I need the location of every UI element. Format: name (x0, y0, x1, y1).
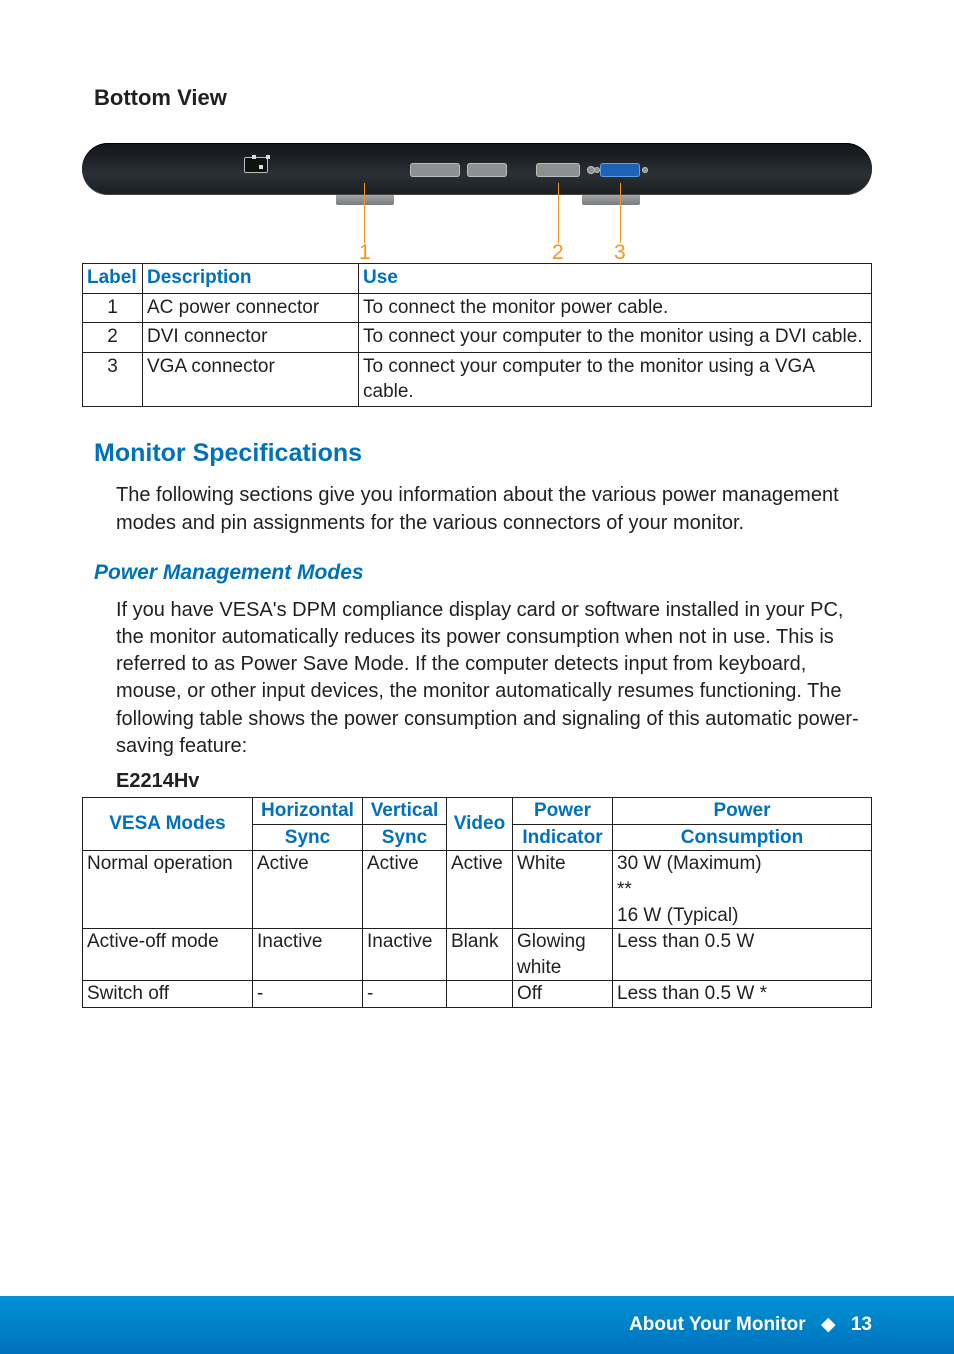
cell-power-consumption: Less than 0.5 W * (613, 981, 872, 1008)
vga-port-icon (600, 163, 640, 177)
cell-label: 2 (83, 323, 143, 353)
heading-monitor-spec: Monitor Specifications (94, 439, 872, 468)
cell-use: To connect your computer to the monitor … (359, 353, 872, 407)
cell-vesa: Switch off (83, 981, 253, 1008)
table-row: 1 AC power connector To connect the moni… (83, 293, 872, 323)
col-vsync: Sync (363, 824, 447, 851)
callout-line (364, 183, 365, 243)
paragraph-spec-intro: The following sections give you informat… (116, 482, 872, 536)
table-header-row: VESA Modes Horizontal Vertical Video Pow… (83, 797, 872, 824)
callout-number-3: 3 (614, 241, 626, 265)
callout-number-2: 2 (552, 241, 564, 265)
power-mgmt-table: VESA Modes Horizontal Vertical Video Pow… (82, 797, 872, 1008)
heading-pm-modes: Power Management Modes (94, 561, 872, 585)
col-hsync: Sync (253, 824, 363, 851)
cell-vsync: - (363, 981, 447, 1008)
cell-power-indicator: White (513, 851, 613, 929)
bottom-view-table: Label Description Use 1 AC power connect… (82, 263, 872, 407)
col-vsync: Vertical (363, 797, 447, 824)
paragraph-pm-intro: If you have VESA's DPM compliance displa… (116, 597, 872, 760)
cell-use: To connect the monitor power cable. (359, 293, 872, 323)
port-label-plate (467, 163, 507, 177)
cell-power-indicator: Glowing white (513, 929, 613, 981)
col-use: Use (359, 264, 872, 294)
cell-vesa: Active-off mode (83, 929, 253, 981)
cell-hsync: Active (253, 851, 363, 929)
page-number: 13 (851, 1314, 872, 1335)
cell-video (447, 981, 513, 1008)
table-row: 3 VGA connector To connect your computer… (83, 353, 872, 407)
heading-model: E2214Hv (116, 770, 872, 793)
cell-power-consumption: 30 W (Maximum) ** 16 W (Typical) (613, 851, 872, 929)
kensington-slot-icon (244, 157, 268, 173)
cell-label: 1 (83, 293, 143, 323)
page-footer: About Your Monitor ◆ 13 (0, 1296, 954, 1354)
cell-video: Active (447, 851, 513, 929)
col-power-consumption: Power (613, 797, 872, 824)
cell-power-consumption: Less than 0.5 W (613, 929, 872, 981)
col-video: Video (447, 797, 513, 850)
footer-section: About Your Monitor (629, 1314, 806, 1335)
screw-hole-icon (642, 167, 648, 173)
cell-vesa: Normal operation (83, 851, 253, 929)
diamond-icon: ◆ (821, 1314, 836, 1335)
bottom-view-diagram: 1 2 3 (82, 133, 872, 263)
cell-desc: AC power connector (143, 293, 359, 323)
mount-arm (336, 195, 394, 205)
callout-line (620, 183, 621, 243)
callout-line (558, 183, 559, 243)
heading-bottom-view: Bottom View (94, 85, 872, 111)
col-hsync: Horizontal (253, 797, 363, 824)
mount-arm (582, 195, 640, 205)
col-description: Description (143, 264, 359, 294)
callout-number-1: 1 (359, 241, 371, 265)
cell-desc: DVI connector (143, 323, 359, 353)
cell-vsync: Active (363, 851, 447, 929)
table-row: Active-off mode Inactive Inactive Blank … (83, 929, 872, 981)
cell-hsync: - (253, 981, 363, 1008)
col-power-consumption: Consumption (613, 824, 872, 851)
cell-vsync: Inactive (363, 929, 447, 981)
dvi-port-icon (536, 163, 580, 177)
cell-label: 3 (83, 353, 143, 407)
cell-use: To connect your computer to the monitor … (359, 323, 872, 353)
footer-text: About Your Monitor ◆ 13 (629, 1313, 872, 1336)
col-power-indicator: Power (513, 797, 613, 824)
table-header-row: Label Description Use (83, 264, 872, 294)
cell-hsync: Inactive (253, 929, 363, 981)
table-row: Normal operation Active Active Active Wh… (83, 851, 872, 929)
cell-video: Blank (447, 929, 513, 981)
table-row: Switch off - - Off Less than 0.5 W * (83, 981, 872, 1008)
table-row: 2 DVI connector To connect your computer… (83, 323, 872, 353)
col-vesa-modes: VESA Modes (83, 797, 253, 850)
col-power-indicator: Indicator (513, 824, 613, 851)
col-label: Label (83, 264, 143, 294)
lock-icon (252, 155, 256, 159)
cell-desc: VGA connector (143, 353, 359, 407)
cell-power-indicator: Off (513, 981, 613, 1008)
port-label-plate (410, 163, 460, 177)
